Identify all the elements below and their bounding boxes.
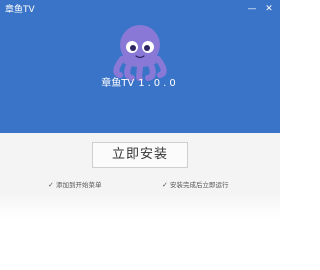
add-to-start-menu-label: 添加到开始菜单	[56, 181, 102, 189]
header-banner: 章鱼TV — ✕ 章鱼TV 1.0.0	[0, 0, 280, 133]
install-now-button[interactable]: 立即安装	[92, 142, 188, 168]
product-name: 章鱼TV	[101, 78, 135, 89]
octopus-mascot-icon	[113, 25, 167, 81]
window-title: 章鱼TV	[5, 5, 35, 15]
product-version: 章鱼TV 1.0.0	[0, 77, 280, 91]
close-button[interactable]: ✕	[261, 2, 277, 16]
checkmark-icon[interactable]: ✓	[162, 180, 170, 190]
version-number: 1.0.0	[138, 78, 179, 89]
minimize-button[interactable]: —	[244, 2, 260, 16]
bottom-fade	[0, 192, 280, 270]
run-after-install-label: 安装完成后立即运行	[170, 181, 229, 189]
run-after-install-option[interactable]: ✓ 安装完成后立即运行	[162, 180, 229, 190]
installer-window: 章鱼TV — ✕ 章鱼TV 1.0.0 立即安装 ✓ 添加到开始菜单 ✓ 安装完…	[0, 0, 280, 270]
title-bar: 章鱼TV — ✕	[0, 0, 280, 20]
checkmark-icon[interactable]: ✓	[48, 180, 56, 190]
add-to-start-menu-option[interactable]: ✓ 添加到开始菜单	[48, 180, 102, 190]
